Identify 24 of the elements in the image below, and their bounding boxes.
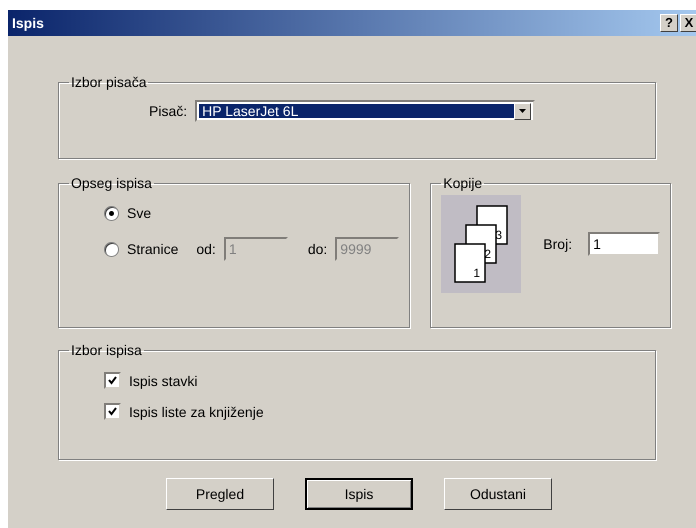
- checkbox[interactable]: [104, 372, 121, 389]
- copies-field[interactable]: 1: [588, 232, 660, 256]
- print-button[interactable]: Ispis: [305, 478, 413, 510]
- checkbox-label: Ispis liste za knjiženje: [129, 404, 264, 420]
- to-label: do:: [308, 241, 328, 257]
- checkmark-icon: [108, 376, 117, 385]
- cancel-button[interactable]: Odustani: [444, 478, 552, 510]
- help-button[interactable]: ?: [660, 14, 678, 32]
- checkbox[interactable]: [104, 403, 121, 420]
- window-title: Ispis: [12, 15, 44, 31]
- from-label: od:: [196, 241, 216, 257]
- checkmark-icon: [108, 407, 117, 416]
- copies-label: Broj:: [543, 236, 572, 252]
- close-button[interactable]: X: [680, 14, 696, 32]
- group-title: Kopije: [442, 175, 484, 191]
- option-label: Stranice: [127, 241, 178, 257]
- printer-label: Pisač:: [149, 103, 188, 119]
- group-title: Opseg ispisa: [70, 175, 153, 191]
- checkbox-label: Ispis stavki: [129, 372, 198, 388]
- group-title: Izbor ispisa: [70, 342, 143, 358]
- option-label: Sve: [127, 205, 152, 221]
- group-title: Izbor pisača: [70, 74, 148, 90]
- printer-dropdown[interactable]: HP LaserJet 6L: [195, 100, 536, 122]
- preview-button[interactable]: Pregled: [166, 478, 274, 510]
